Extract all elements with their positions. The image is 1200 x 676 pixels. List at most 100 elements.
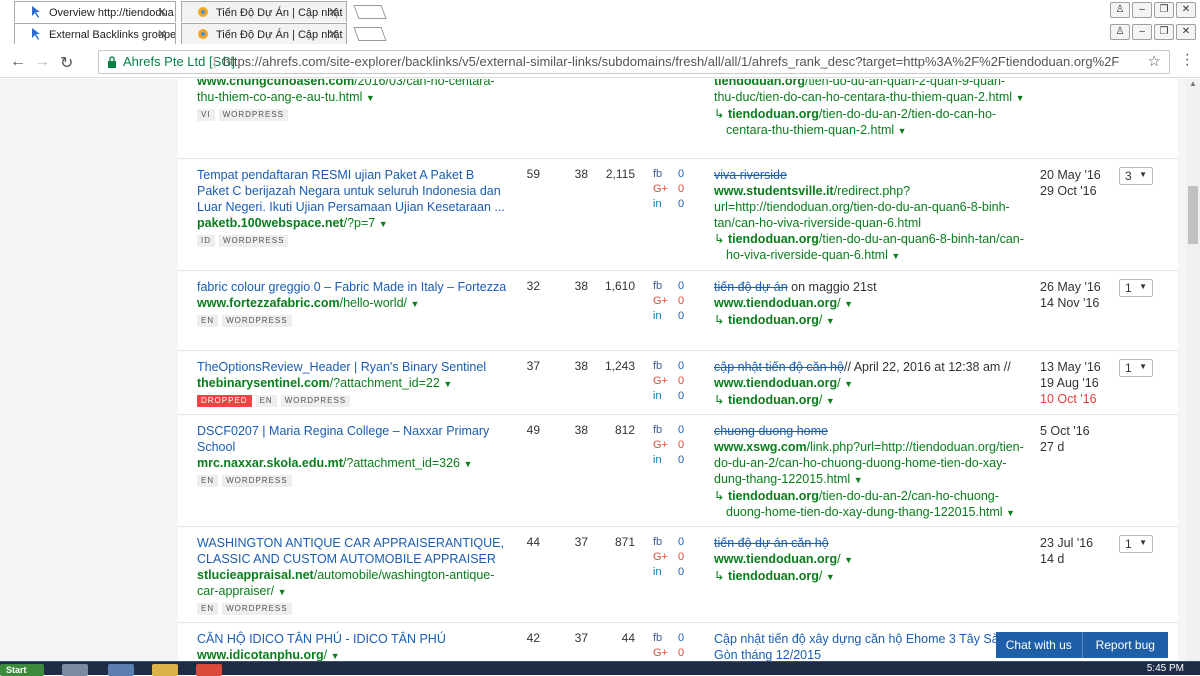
page-title-link[interactable]: CĂN HỘ IDICO TÂN PHÚ - IDICO TÂN PHÚ	[197, 631, 509, 647]
scrollbar-thumb[interactable]	[1188, 186, 1198, 244]
anchor-text[interactable]: Cập nhật tiến độ xây dựng căn hộ Ehome 3…	[714, 631, 1026, 661]
new-tab-button[interactable]	[353, 27, 387, 41]
user-icon[interactable]: ♙	[1110, 2, 1130, 18]
taskbar: Start 5:45 PM	[0, 661, 1200, 676]
reload-icon[interactable]: ↻	[60, 53, 73, 73]
url-rating: 38	[574, 359, 588, 373]
target-url[interactable]: ↳ tiendoduan.org/tien-do-du-an-2/can-ho-…	[714, 488, 1026, 521]
target-url[interactable]: ↳ tiendoduan.org/tien-do-du-an-2/tien-do…	[714, 106, 1026, 139]
referring-url[interactable]: thebinarysentinel.com/?attachment_id=22 …	[197, 375, 509, 392]
back-arrow-icon[interactable]: ←	[10, 53, 26, 71]
target-url[interactable]: ↳ tiendoduan.org/tien-do-du-an-quan6-8-b…	[714, 231, 1026, 264]
page-title-link[interactable]: WASHINGTON ANTIQUE CAR APPRAISERANTIQUE,…	[197, 535, 509, 567]
domain-rating: 37	[526, 359, 540, 373]
minimize-button[interactable]: –	[1132, 2, 1152, 18]
url-rating: 37	[574, 535, 588, 549]
facebook-count: 0	[678, 536, 685, 548]
target-url[interactable]: ↳ tiendoduan.org/ ▼	[714, 312, 1026, 329]
linkedin-count: 0	[678, 454, 685, 466]
chrome-icon[interactable]	[196, 664, 222, 676]
restore-button[interactable]: ❐	[1154, 24, 1174, 40]
redirect-url[interactable]: tiendoduan.org/tien-do-du-an-quan-2-quan…	[714, 79, 1026, 106]
page-title-link[interactable]: fabric colour greggio 0 – Fabric Made in…	[197, 279, 509, 295]
linkedin-label: in	[653, 390, 662, 402]
redirect-url[interactable]: www.tiendoduan.org/ ▼	[714, 375, 1026, 392]
server-manager-icon[interactable]	[62, 664, 88, 676]
forward-arrow-icon[interactable]: →	[34, 53, 50, 71]
google-plus-label: G+	[653, 647, 668, 659]
platform-tag: WORDPRESS	[219, 235, 289, 247]
menu-dots-icon[interactable]: · · ·	[1185, 47, 1190, 73]
favicon-icon	[198, 29, 208, 39]
google-plus-count: 0	[678, 375, 685, 387]
target-url[interactable]: ↳ tiendoduan.org/ ▼	[714, 568, 1026, 585]
table-row: DSCF0207 | Maria Regina College – Naxxar…	[178, 415, 1178, 527]
referring-url[interactable]: mrc.naxxar.skola.edu.mt/?attachment_id=3…	[197, 455, 509, 472]
lost-date: 10 Oct '16	[1040, 392, 1097, 406]
page-title-link[interactable]: DSCF0207 | Maria Regina College – Naxxar…	[197, 423, 509, 455]
links-dropdown[interactable]: 1 ▼	[1119, 279, 1153, 297]
bookmark-star-icon[interactable]: ☆	[1148, 51, 1161, 73]
links-dropdown[interactable]: 1 ▼	[1119, 359, 1153, 377]
anchor-text: tiến độ dự án	[714, 280, 788, 294]
first-seen: 26 May '16	[1040, 280, 1101, 294]
referring-page-cell: DSCF0207 | Maria Regina College – Naxxar…	[197, 423, 509, 487]
google-plus-label: G+	[653, 295, 668, 307]
powershell-icon[interactable]	[108, 664, 134, 676]
referring-url[interactable]: stlucieappraisal.net/automobile/washingt…	[197, 567, 509, 600]
linkedin-label: in	[653, 310, 662, 322]
url-text[interactable]: https://ahrefs.com/site-explorer/backlin…	[223, 51, 1119, 73]
referring-url[interactable]: www.idicotanphu.org/ ▼	[197, 647, 509, 661]
close-window-button[interactable]: ✕	[1176, 2, 1196, 18]
page-title-link[interactable]: Tempat pendaftaran RESMI ujian Paket A P…	[197, 167, 509, 215]
referring-page-cell: fabric colour greggio 0 – Fabric Made in…	[197, 279, 509, 327]
facebook-label: fb	[653, 280, 663, 292]
referring-url[interactable]: paketb.100webspace.net/?p=7 ▼	[197, 215, 509, 232]
close-icon[interactable]: ✕	[157, 27, 167, 41]
dates-cell: 26 May '16 14 Nov '16	[1040, 279, 1110, 311]
referring-url[interactable]: www.chungcunoasen.com/2016/03/can-ho-cen…	[197, 79, 509, 106]
page-title-link[interactable]: TheOptionsReview_Header | Ryan's Binary …	[197, 359, 509, 375]
tab-tien-do[interactable]: Tiến Độ Dự Án | Cập nhật t ✕	[181, 1, 347, 22]
vertical-scrollbar[interactable]: ▲	[1186, 79, 1200, 661]
close-icon[interactable]: ✕	[328, 27, 338, 41]
target-url[interactable]: ↳ tiendoduan.org/ ▼	[714, 392, 1026, 409]
address-bar[interactable]: Ahrefs Pte Ltd [SG] | https://ahrefs.com…	[98, 50, 1170, 74]
start-button[interactable]: Start	[0, 664, 44, 676]
page-content: www.chungcunoasen.com/2016/03/can-ho-cen…	[0, 79, 1186, 661]
redirect-url[interactable]: www.tiendoduan.org/ ▼	[714, 295, 1026, 312]
external-links: 1,243	[604, 359, 635, 373]
first-seen: 20 May '16	[1040, 168, 1101, 182]
language-tag: EN	[197, 475, 219, 487]
google-plus-label: G+	[653, 183, 668, 195]
tab-tien-do-2[interactable]: Tiến Độ Dự Án | Cập nhật t ✕	[181, 23, 347, 44]
language-tag: ID	[197, 235, 215, 247]
chat-button[interactable]: Chat with us	[996, 632, 1083, 658]
social-cell: fb 0 G+ 0 in 0	[653, 423, 693, 468]
redirect-url[interactable]: www.studentsville.it/redirect.php?url=ht…	[714, 183, 1026, 231]
chevron-down-icon: ▼	[1139, 538, 1147, 547]
url-rating: 38	[574, 423, 588, 437]
redirect-url[interactable]: www.xswg.com/link.php?url=http://tiendod…	[714, 439, 1026, 488]
restore-button[interactable]: ❐	[1154, 2, 1174, 18]
last-seen: 14 Nov '16	[1040, 296, 1100, 310]
report-bug-button[interactable]: Report bug	[1083, 632, 1169, 658]
scroll-up-icon[interactable]: ▲	[1189, 79, 1197, 88]
links-dropdown[interactable]: 1 ▼	[1119, 535, 1153, 553]
links-dropdown[interactable]: 3 ▼	[1119, 167, 1153, 185]
google-plus-label: G+	[653, 439, 668, 451]
close-window-button[interactable]: ✕	[1176, 24, 1196, 40]
user-icon[interactable]: ♙	[1110, 24, 1130, 40]
folder-icon[interactable]	[152, 664, 178, 676]
google-plus-label: G+	[653, 375, 668, 387]
close-icon[interactable]: ✕	[157, 5, 167, 19]
referring-url[interactable]: www.fortezzafabric.com/hello-world/ ▼	[197, 295, 509, 312]
redirect-url[interactable]: www.tiendoduan.org/ ▼	[714, 551, 1026, 568]
tab-external-backlinks[interactable]: External Backlinks grouped ✕	[14, 23, 176, 44]
close-icon[interactable]: ✕	[328, 5, 338, 19]
table-row: fabric colour greggio 0 – Fabric Made in…	[178, 271, 1178, 351]
tab-overview[interactable]: Overview http://tiendodua ✕	[14, 1, 176, 22]
minimize-button[interactable]: –	[1132, 24, 1152, 40]
new-tab-button[interactable]	[353, 5, 387, 19]
language-tag: EN	[197, 603, 219, 615]
